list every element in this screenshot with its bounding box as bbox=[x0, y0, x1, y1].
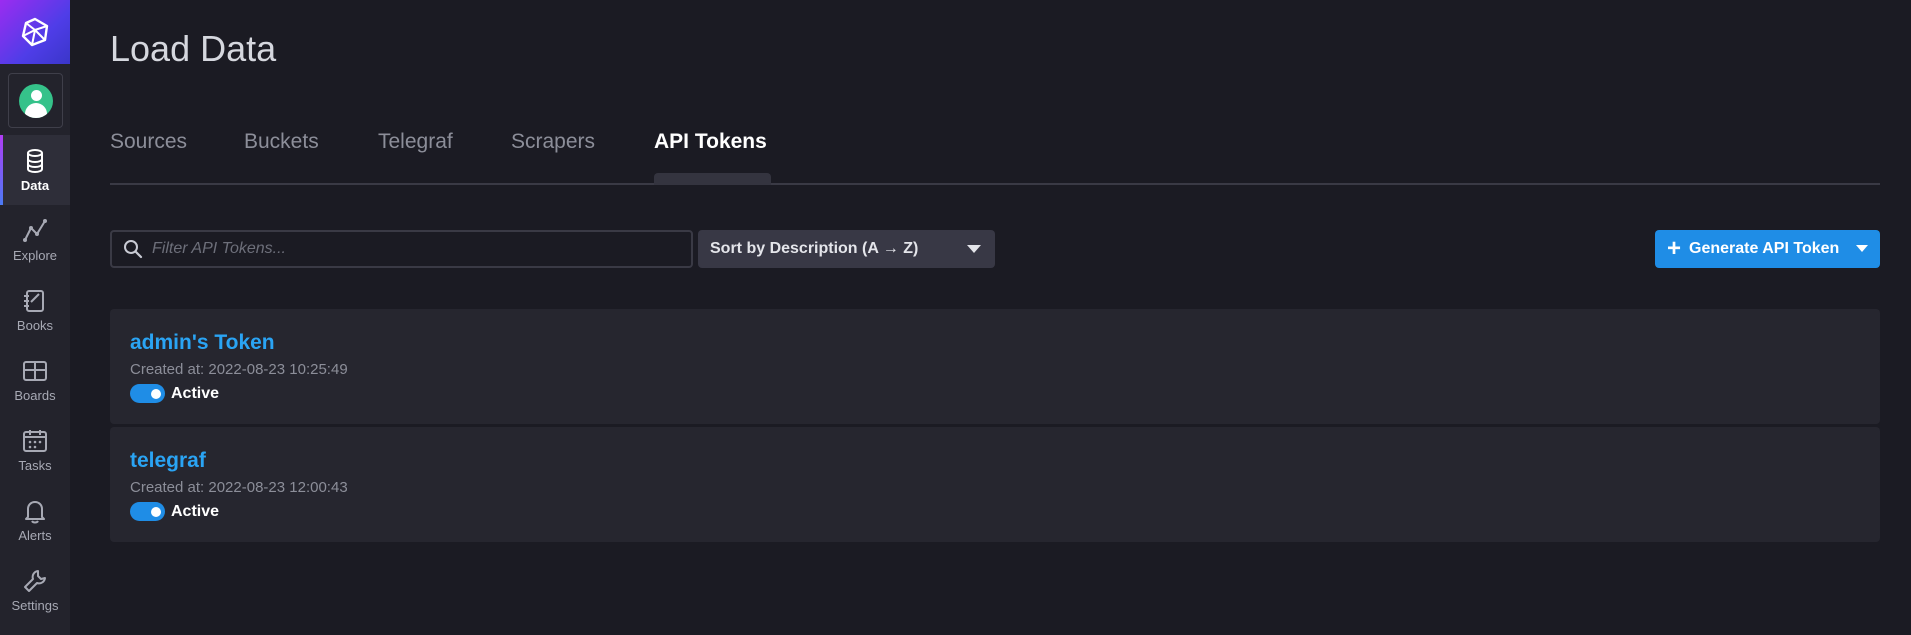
sidebar-item-settings[interactable]: Settings bbox=[0, 555, 70, 625]
status-label: Active bbox=[171, 502, 220, 520]
wrench-icon bbox=[24, 569, 46, 592]
tab-buckets[interactable]: Buckets bbox=[244, 130, 319, 154]
tab-api-tokens[interactable]: API Tokens bbox=[654, 130, 767, 154]
token-status: Active bbox=[130, 502, 219, 521]
generate-label: Generate API Token bbox=[1689, 240, 1840, 257]
active-toggle[interactable] bbox=[130, 502, 165, 521]
tab-sources[interactable]: Sources bbox=[110, 130, 187, 154]
tab-bar: Sources Buckets Telegraf Scrapers API To… bbox=[110, 125, 1880, 185]
sidebar-item-explore[interactable]: Explore bbox=[0, 205, 70, 275]
avatar-icon bbox=[18, 83, 53, 118]
sidebar-item-label: Books bbox=[16, 317, 54, 333]
token-name-link[interactable]: telegraf bbox=[130, 449, 206, 473]
plus-icon: + bbox=[1667, 235, 1682, 262]
active-tab-indicator bbox=[654, 173, 771, 185]
caret-down-icon bbox=[1856, 245, 1868, 252]
sidebar-item-label: Explore bbox=[12, 247, 58, 263]
notebook-icon bbox=[24, 289, 44, 312]
sidebar-item-label: Tasks bbox=[18, 457, 52, 473]
status-label: Active bbox=[171, 384, 220, 402]
sort-dropdown[interactable]: Sort by Description (A → Z) bbox=[698, 230, 995, 268]
sidebar-item-books[interactable]: Books bbox=[0, 275, 70, 345]
sidebar-item-label: Alerts bbox=[18, 527, 52, 543]
sidebar-item-tasks[interactable]: Tasks bbox=[0, 415, 70, 485]
logo[interactable] bbox=[0, 0, 70, 64]
tab-telegraf[interactable]: Telegraf bbox=[378, 130, 453, 154]
token-name-link[interactable]: admin's Token bbox=[130, 331, 275, 355]
sort-label: Sort by Description (A → Z) bbox=[710, 240, 919, 257]
generate-api-token-button[interactable]: + Generate API Token bbox=[1655, 230, 1880, 268]
sidebar-item-label: Boards bbox=[14, 387, 56, 403]
database-icon bbox=[27, 148, 43, 173]
graph-icon bbox=[23, 218, 47, 242]
user-avatar-button[interactable] bbox=[8, 73, 63, 128]
token-card: admin's Token Created at: 2022-08-23 10:… bbox=[110, 309, 1880, 424]
caret-down-icon bbox=[967, 245, 981, 253]
influx-logo-icon bbox=[21, 17, 49, 47]
token-card: telegraf Created at: 2022-08-23 12:00:43… bbox=[110, 427, 1880, 542]
sidebar: Data Explore Books Boards Tasks Alerts S… bbox=[0, 0, 70, 635]
filter-box bbox=[110, 230, 693, 268]
calendar-icon bbox=[23, 429, 47, 452]
token-status: Active bbox=[130, 384, 219, 403]
sidebar-item-data[interactable]: Data bbox=[0, 135, 70, 205]
token-created-at: Created at: 2022-08-23 12:00:43 bbox=[130, 479, 348, 496]
tab-scrapers[interactable]: Scrapers bbox=[511, 130, 595, 154]
sidebar-item-alerts[interactable]: Alerts bbox=[0, 485, 70, 555]
sidebar-item-label: Data bbox=[20, 177, 50, 193]
token-created-at: Created at: 2022-08-23 10:25:49 bbox=[130, 361, 348, 378]
sidebar-item-boards[interactable]: Boards bbox=[0, 345, 70, 415]
bell-icon bbox=[25, 500, 45, 523]
active-toggle[interactable] bbox=[130, 384, 165, 403]
search-icon bbox=[124, 240, 143, 259]
sidebar-item-label: Settings bbox=[11, 597, 59, 613]
page-title: Load Data bbox=[110, 28, 277, 69]
filter-tokens-input[interactable] bbox=[152, 240, 672, 258]
dashboard-icon bbox=[23, 360, 47, 381]
